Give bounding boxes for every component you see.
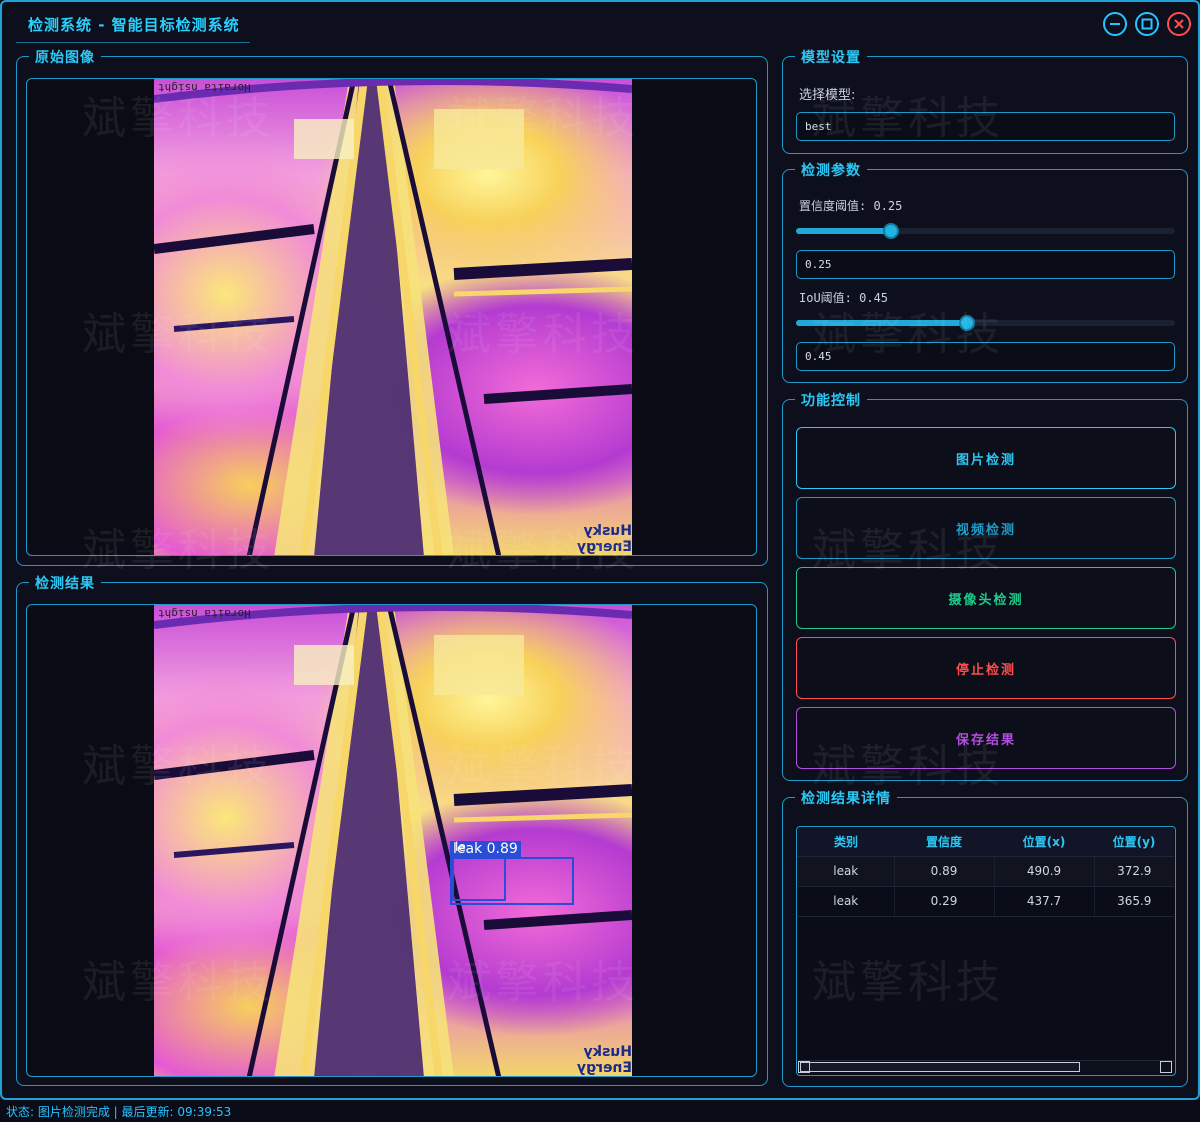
result-details-title: 检测结果详情	[795, 788, 897, 808]
iou-slider-fill	[796, 320, 967, 326]
result-image-text-bottom: Husky Energy	[576, 1044, 632, 1076]
iou-threshold-input[interactable]: 0.45	[796, 342, 1175, 371]
result-image-text-top: Horaita nsight	[158, 607, 251, 620]
app-window: 检测系统 - 智能目标检测系统 原始图像 Horaita nsight Husk…	[0, 0, 1200, 1100]
detection-label-2: le	[455, 840, 466, 854]
detection-box-2	[452, 857, 506, 901]
image-detect-button[interactable]: 图片检测	[796, 427, 1176, 489]
table-row[interactable]: leak 0.89 490.9 372.9	[798, 856, 1174, 887]
save-result-button[interactable]: 保存结果	[796, 707, 1176, 769]
cell-pos-y: 372.9	[1094, 856, 1174, 887]
conf-threshold-label: 置信度阈值: 0.25	[799, 199, 903, 213]
original-image-text-top: Horaita nsight	[158, 81, 251, 94]
camera-detect-button[interactable]: 摄像头检测	[796, 567, 1176, 629]
iou-threshold-label: IoU阈值: 0.45	[799, 291, 889, 305]
cell-confidence: 0.29	[894, 886, 995, 917]
minimize-button[interactable]	[1103, 12, 1127, 36]
cell-pos-x: 437.7	[994, 886, 1095, 917]
col-pos-x[interactable]: 位置(x)	[994, 828, 1094, 857]
title-underline	[16, 42, 250, 43]
scroll-left-arrow[interactable]	[798, 1061, 810, 1073]
window-title: 检测系统 - 智能目标检测系统	[28, 16, 240, 34]
maximize-icon	[1141, 18, 1153, 30]
conf-slider-handle[interactable]	[882, 223, 899, 239]
cell-class: leak	[798, 886, 895, 917]
model-select-label: 选择模型:	[799, 88, 856, 103]
minimize-icon	[1110, 23, 1120, 25]
cell-pos-x: 490.9	[994, 856, 1095, 887]
scrollbar-thumb[interactable]	[800, 1062, 1080, 1072]
original-image-frame: Horaita nsight Husky Energy	[26, 78, 757, 556]
status-bar: 状态: 图片检测完成 | 最后更新: 09:39:53	[0, 1100, 1200, 1122]
col-pos-y[interactable]: 位置(y)	[1094, 828, 1174, 857]
result-image-frame: Horaita nsight Husky Energy leak 0.89 le	[26, 604, 757, 1077]
table-horizontal-scrollbar[interactable]	[798, 1060, 1174, 1074]
iou-slider-handle[interactable]	[958, 315, 975, 331]
detect-params-title: 检测参数	[795, 160, 867, 180]
result-table-header: 类别 置信度 位置(x) 位置(y)	[798, 828, 1174, 857]
title-bar[interactable]: 检测系统 - 智能目标检测系统	[2, 2, 1198, 44]
conf-threshold-input[interactable]: 0.25	[796, 250, 1175, 279]
video-detect-button[interactable]: 视频检测	[796, 497, 1176, 559]
model-settings-title: 模型设置	[795, 47, 867, 67]
conf-slider-fill	[796, 228, 891, 234]
original-image-text-bottom: Husky Energy	[576, 523, 632, 555]
cell-confidence: 0.89	[894, 856, 995, 887]
cell-pos-y: 365.9	[1094, 886, 1174, 917]
close-button[interactable]	[1167, 12, 1191, 36]
stop-detect-button[interactable]: 停止检测	[796, 637, 1176, 699]
status-text: 状态: 图片检测完成 | 最后更新: 09:39:53	[6, 1104, 232, 1119]
model-select[interactable]: best	[796, 112, 1175, 141]
iou-slider[interactable]	[796, 315, 1175, 331]
detection-result-title: 检测结果	[29, 573, 101, 593]
scroll-right-arrow[interactable]	[1160, 1061, 1172, 1073]
table-row[interactable]: leak 0.29 437.7 365.9	[798, 886, 1174, 917]
function-control-title: 功能控制	[795, 390, 867, 410]
conf-slider[interactable]	[796, 223, 1175, 239]
original-image-title: 原始图像	[29, 47, 101, 67]
result-thermal-image: Horaita nsight Husky Energy leak 0.89 le	[154, 605, 632, 1076]
col-confidence[interactable]: 置信度	[894, 828, 994, 857]
col-class[interactable]: 类别	[798, 828, 894, 857]
close-icon	[1174, 19, 1184, 29]
original-thermal-image: Horaita nsight Husky Energy	[154, 79, 632, 555]
result-table: 类别 置信度 位置(x) 位置(y) leak 0.89 490.9 372.9…	[798, 828, 1174, 917]
cell-class: leak	[798, 856, 895, 887]
maximize-button[interactable]	[1135, 12, 1159, 36]
